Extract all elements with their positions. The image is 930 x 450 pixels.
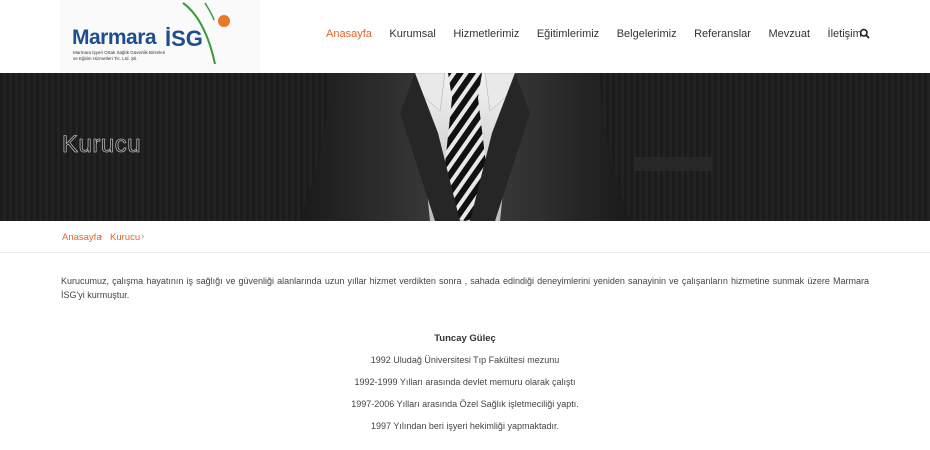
bio-line: 1992 Uludağ Üniversitesi Tıp Fakültesi m… [370,355,560,365]
logo-word: Marmara [72,26,157,49]
breadcrumb-current[interactable]: Kurucu [110,232,140,243]
nav-item-egitimlerimiz[interactable]: Eğitimlerimiz [537,28,599,40]
logo-subtitle-line2: ve Eğitim Hizmetleri Tic. Ltd. Şti. [73,56,138,61]
bio-line: 1997-2006 Yılları arasında Özel Sağlık i… [351,399,579,409]
site-logo[interactable]: Marmara İSG Marmara İşyeri Ortak Sağlık … [60,0,260,72]
nav-item-belgelerimiz[interactable]: Belgelerimiz [617,28,677,40]
logo-isg: İSG [165,26,203,51]
nav-item-referanslar[interactable]: Referanslar [694,28,751,40]
founder-name: Tuncay Güleç [434,333,496,344]
bio-line: 1997 Yılından beri işyeri hekimliği yapm… [371,421,559,431]
main-content: Kurucumuz, çalışma hayatının iş sağlığı … [61,275,869,431]
nav-item-hizmetlerimiz[interactable]: Hizmetlerimiz [453,28,519,40]
nav-item-iletisim[interactable]: İletişim [828,28,862,40]
page-hero: Kurucu [0,73,930,221]
bio-line: 1992-1999 Yılları arasında devlet memuru… [354,377,576,387]
nav-item-mevzuat[interactable]: Mevzuat [768,28,810,40]
intro-paragraph: Kurucumuz, çalışma hayatının iş sağlığı … [61,276,869,300]
breadcrumb: Anasayfa › Kurucu › [0,221,930,253]
main-nav: Anasayfa Kurumsal Hizmetlerimiz Eğitimle… [326,27,879,41]
logo-subtitle-line1: Marmara İşyeri Ortak Sağlık Güvenlik Bir… [73,50,166,55]
chevron-right-icon: › [99,231,103,242]
nav-item-anasayfa[interactable]: Anasayfa [326,28,372,40]
page-title: Kurucu [62,131,142,159]
search-icon[interactable] [859,27,871,39]
chevron-right-icon: › [141,231,145,242]
breadcrumb-home[interactable]: Anasayfa [62,232,102,243]
site-header: Marmara İSG Marmara İşyeri Ortak Sağlık … [0,0,930,73]
nav-item-kurumsal[interactable]: Kurumsal [389,28,435,40]
